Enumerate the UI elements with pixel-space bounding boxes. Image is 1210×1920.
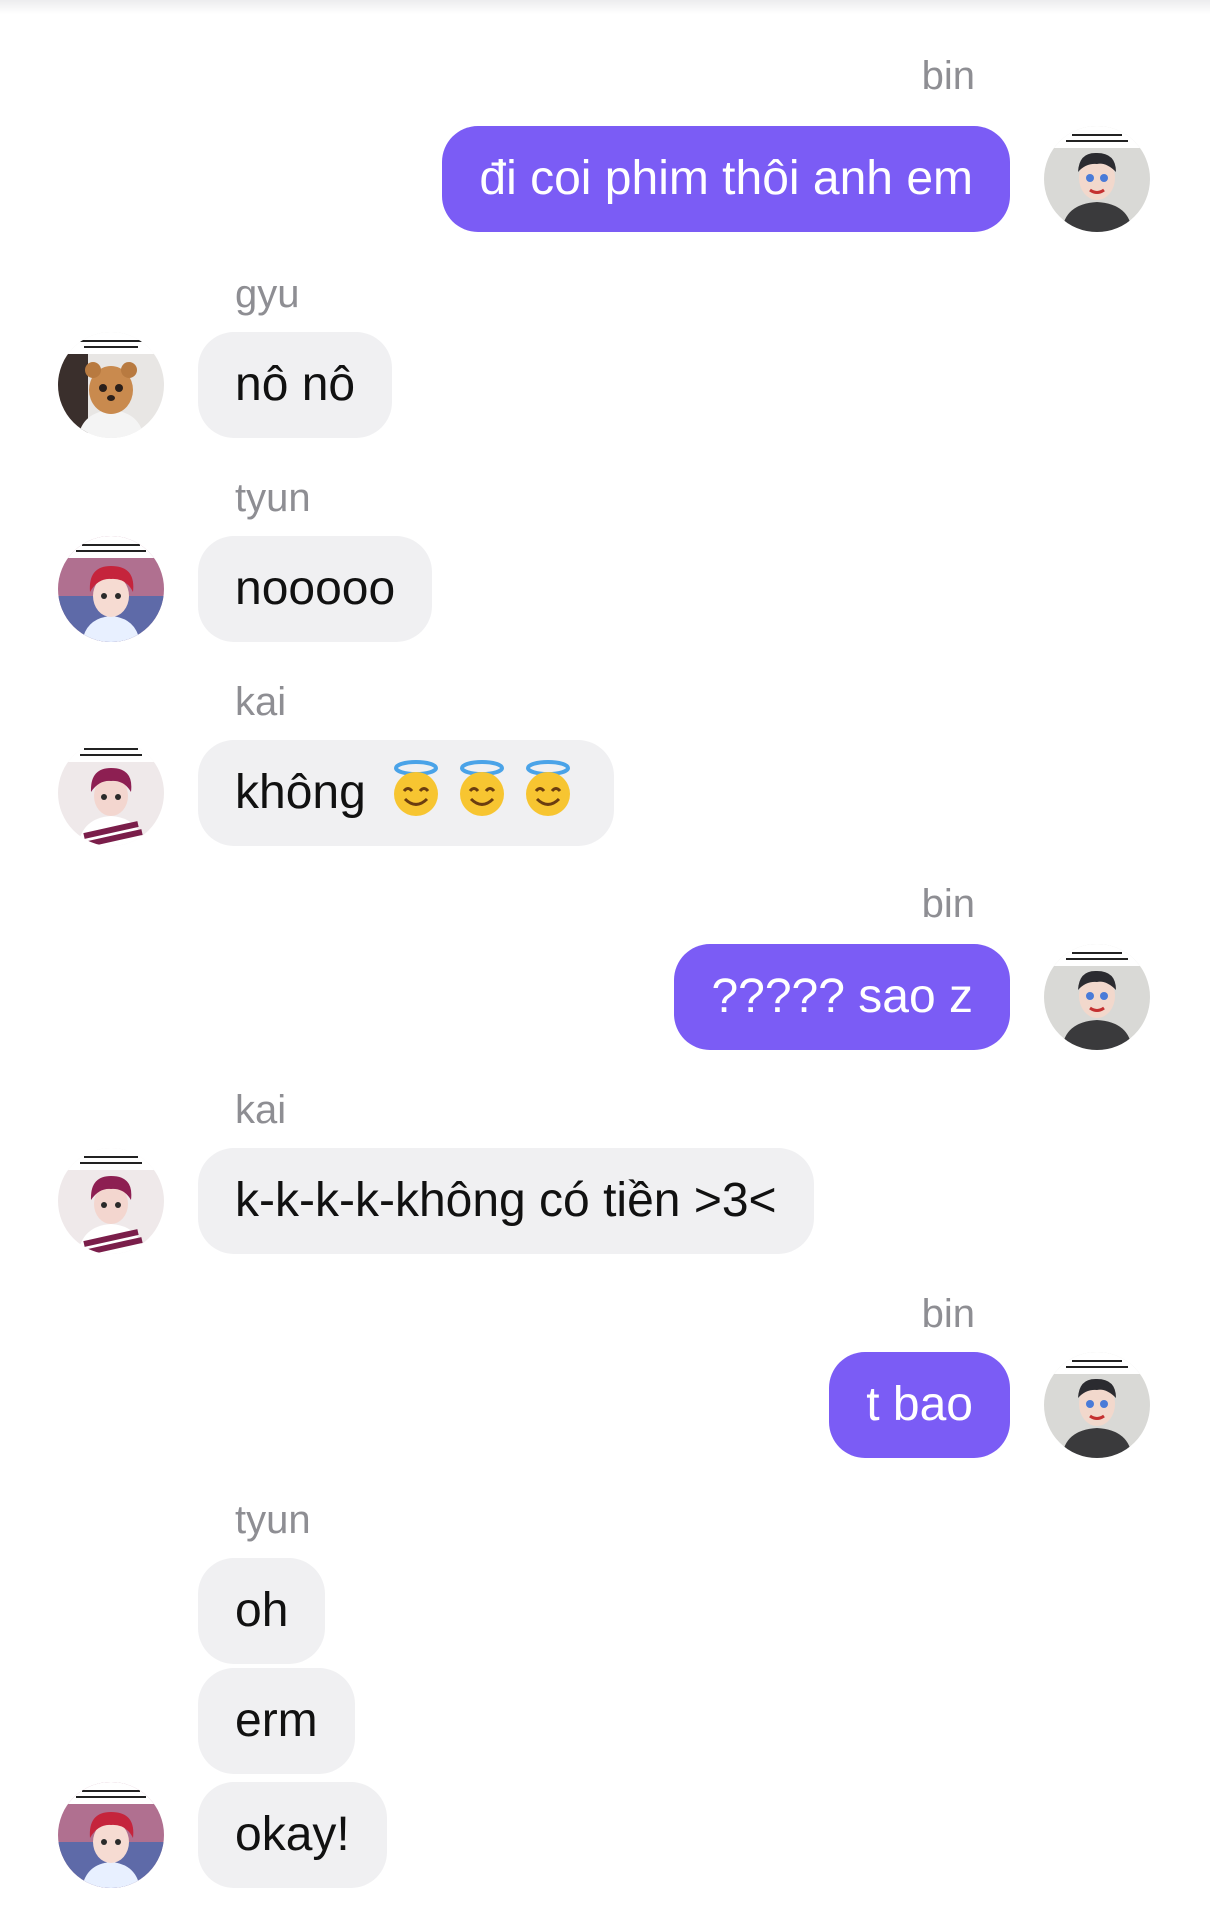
message-bubble-outgoing[interactable]: t bao <box>829 1352 1010 1458</box>
message-bubble-incoming[interactable]: okay! <box>198 1782 387 1888</box>
sender-name: gyu <box>235 272 300 316</box>
top-edge-shadow <box>0 0 1210 14</box>
message-bubble-incoming[interactable]: oh <box>198 1558 326 1664</box>
avatar-bin-image <box>1044 1352 1150 1458</box>
message-bubble-incoming[interactable]: không <box>198 740 615 846</box>
avatar-tyun-image <box>58 536 164 642</box>
avatar-kai[interactable] <box>58 740 164 846</box>
sender-name: tyun <box>235 476 311 520</box>
avatar-kai-image <box>58 740 164 846</box>
avatar-tyun-image <box>58 1782 164 1888</box>
smiling-face-with-halo-icon <box>394 760 439 816</box>
sender-name: tyun <box>235 1498 311 1542</box>
message-text: không <box>235 766 366 819</box>
avatar-bin-image <box>1044 126 1150 232</box>
avatar-bin[interactable] <box>1044 944 1150 1050</box>
avatar-tyun[interactable] <box>58 536 164 642</box>
avatar-tyun[interactable] <box>58 1782 164 1888</box>
message-bubble-outgoing[interactable]: đi coi phim thôi anh em <box>442 126 1010 232</box>
message-bubble-incoming[interactable]: erm <box>198 1668 355 1774</box>
sender-name: kai <box>235 680 287 724</box>
avatar-gyu-image <box>58 332 164 438</box>
sender-name: kai <box>235 1088 287 1132</box>
avatar-kai[interactable] <box>58 1148 164 1254</box>
message-bubble-incoming[interactable]: k-k-k-k-không có tiền >3< <box>198 1148 814 1254</box>
avatar-kai-image <box>58 1148 164 1254</box>
sender-name: bin <box>921 882 975 926</box>
message-bubble-incoming[interactable]: nooooo <box>198 536 433 642</box>
avatar-bin[interactable] <box>1044 126 1150 232</box>
message-bubble-incoming[interactable]: nô nô <box>198 332 393 438</box>
smiling-face-with-halo-icon <box>526 760 571 816</box>
sender-name: bin <box>921 1292 975 1336</box>
sender-name: bin <box>921 54 975 98</box>
avatar-bin[interactable] <box>1044 1352 1150 1458</box>
message-bubble-outgoing[interactable]: ????? sao z <box>674 944 1010 1050</box>
avatar-bin-image <box>1044 944 1150 1050</box>
avatar-gyu[interactable] <box>58 332 164 438</box>
smiling-face-with-halo-icon <box>460 760 505 816</box>
